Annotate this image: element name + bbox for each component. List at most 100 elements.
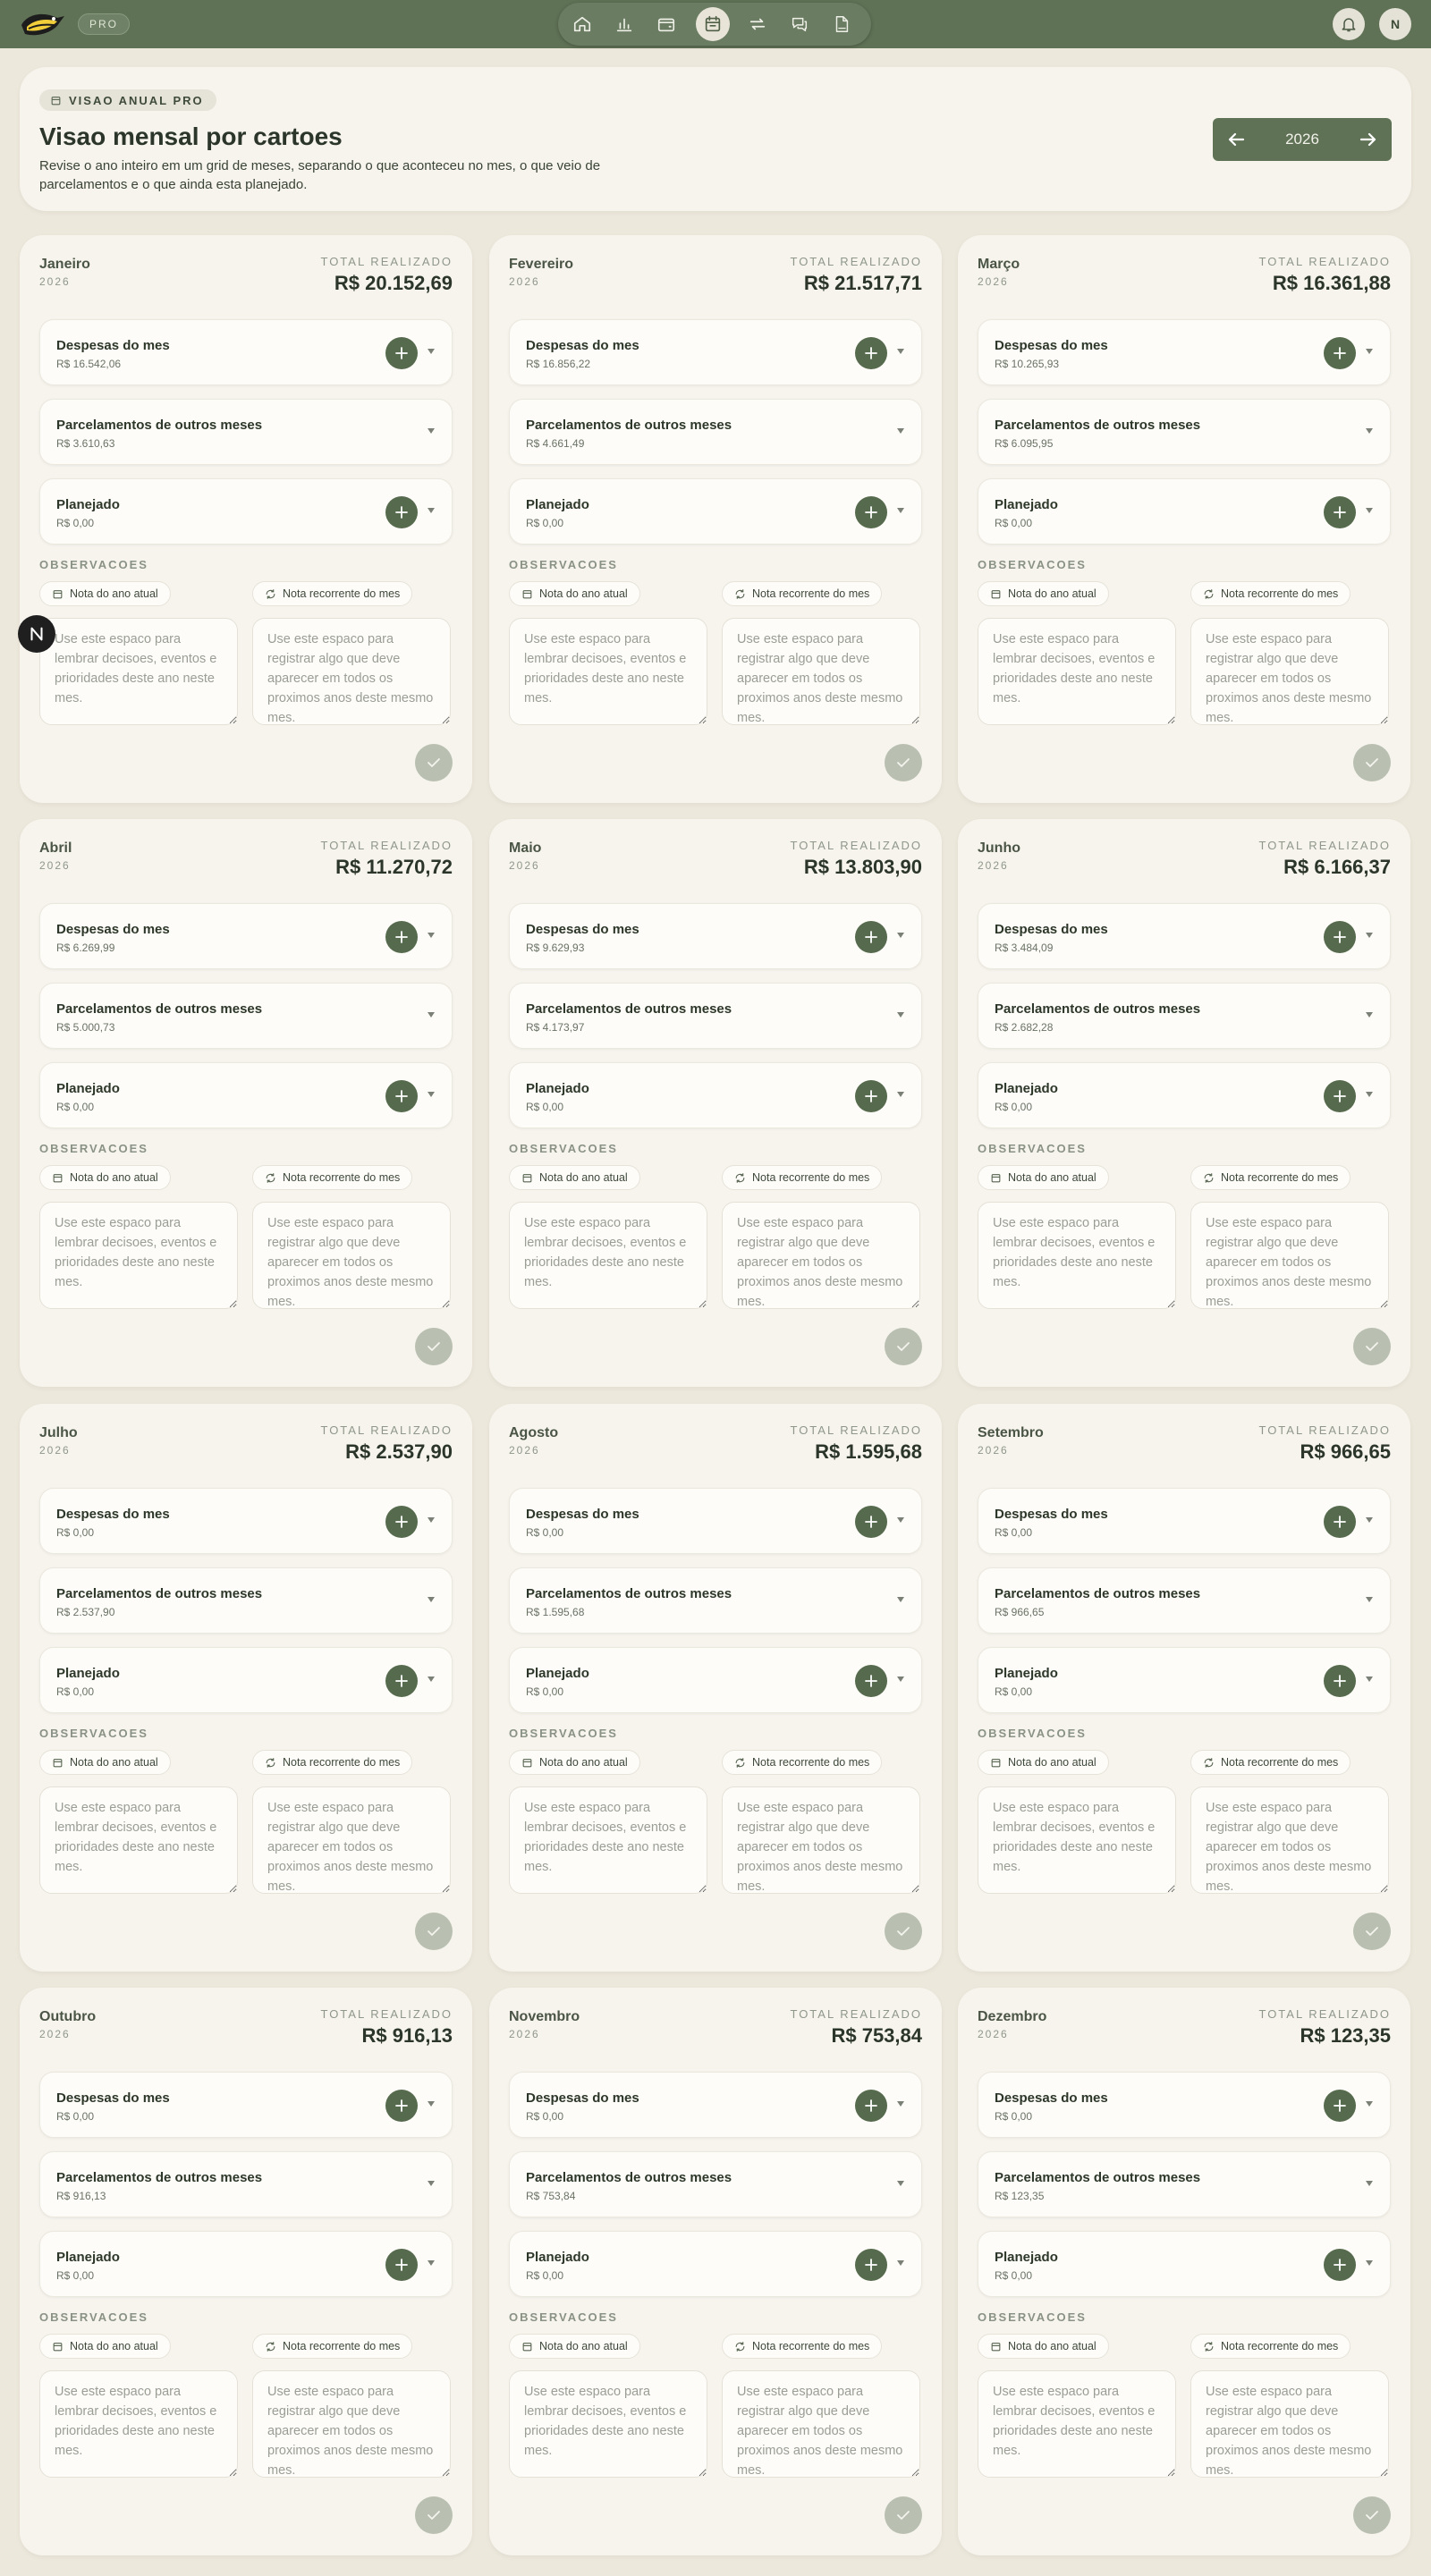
chevron-down-icon[interactable] (896, 427, 905, 435)
save-notes-button[interactable] (885, 2496, 922, 2534)
current-year-note-input[interactable] (39, 2370, 238, 2478)
add-planned-button[interactable] (1324, 2249, 1356, 2281)
chevron-down-icon[interactable] (1365, 506, 1374, 515)
recurring-note-input[interactable] (722, 1202, 920, 1309)
recurring-note-input[interactable] (252, 618, 451, 725)
planned-section[interactable]: Planejado R$ 0,00 (39, 1062, 453, 1128)
expenses-section[interactable]: Despesas do mes R$ 6.269,99 (39, 903, 453, 969)
tab-recurring-note[interactable]: Nota recorrente do mes (1190, 2334, 1351, 2359)
chevron-down-icon[interactable] (427, 1010, 436, 1019)
expenses-section[interactable]: Despesas do mes R$ 16.542,06 (39, 319, 453, 385)
add-expense-button[interactable] (385, 2090, 418, 2122)
tab-recurring-note[interactable]: Nota recorrente do mes (722, 1165, 883, 1190)
chevron-down-icon[interactable] (1365, 931, 1374, 940)
add-planned-button[interactable] (385, 496, 418, 528)
save-notes-button[interactable] (415, 1913, 453, 1950)
save-notes-button[interactable] (415, 1328, 453, 1365)
chevron-down-icon[interactable] (896, 506, 905, 515)
recurring-note-input[interactable] (252, 1202, 451, 1309)
tab-current-year-note[interactable]: Nota do ano atual (978, 2334, 1109, 2359)
chevron-down-icon[interactable] (896, 2259, 905, 2268)
chevron-down-icon[interactable] (896, 1595, 905, 1604)
add-expense-button[interactable] (855, 2090, 887, 2122)
tab-current-year-note[interactable]: Nota do ano atual (978, 1165, 1109, 1190)
save-notes-button[interactable] (885, 1913, 922, 1950)
tab-current-year-note[interactable]: Nota do ano atual (978, 1750, 1109, 1775)
chevron-down-icon[interactable] (1365, 1090, 1374, 1099)
planned-section[interactable]: Planejado R$ 0,00 (978, 1062, 1391, 1128)
tab-recurring-note[interactable]: Nota recorrente do mes (252, 1750, 413, 1775)
tab-recurring-note[interactable]: Nota recorrente do mes (252, 1165, 413, 1190)
planned-section[interactable]: Planejado R$ 0,00 (509, 2231, 922, 2297)
arrow-left-icon[interactable] (1225, 129, 1247, 150)
nav-home[interactable] (565, 7, 599, 41)
planned-section[interactable]: Planejado R$ 0,00 (39, 1647, 453, 1713)
nav-wallet[interactable] (649, 7, 683, 41)
chevron-down-icon[interactable] (427, 1595, 436, 1604)
recurring-note-input[interactable] (252, 2370, 451, 2478)
tab-current-year-note[interactable]: Nota do ano atual (509, 581, 640, 606)
tab-current-year-note[interactable]: Nota do ano atual (39, 1750, 171, 1775)
planned-section[interactable]: Planejado R$ 0,00 (39, 2231, 453, 2297)
current-year-note-input[interactable] (39, 618, 238, 725)
add-planned-button[interactable] (385, 2249, 418, 2281)
save-notes-button[interactable] (1353, 1913, 1391, 1950)
tab-current-year-note[interactable]: Nota do ano atual (509, 1750, 640, 1775)
recurring-note-input[interactable] (252, 1786, 451, 1894)
chevron-down-icon[interactable] (896, 1675, 905, 1684)
planned-section[interactable]: Planejado R$ 0,00 (39, 478, 453, 545)
chevron-down-icon[interactable] (427, 506, 436, 515)
chevron-down-icon[interactable] (1365, 2179, 1374, 2188)
chevron-down-icon[interactable] (896, 931, 905, 940)
tab-recurring-note[interactable]: Nota recorrente do mes (1190, 581, 1351, 606)
installments-section[interactable]: Parcelamentos de outros meses R$ 966,65 (978, 1567, 1391, 1634)
recurring-note-input[interactable] (1190, 1202, 1389, 1309)
recurring-note-input[interactable] (1190, 618, 1389, 725)
recurring-note-input[interactable] (1190, 2370, 1389, 2478)
installments-section[interactable]: Parcelamentos de outros meses R$ 3.610,6… (39, 399, 453, 465)
installments-section[interactable]: Parcelamentos de outros meses R$ 1.595,6… (509, 1567, 922, 1634)
expenses-section[interactable]: Despesas do mes R$ 0,00 (509, 2072, 922, 2138)
tab-current-year-note[interactable]: Nota do ano atual (509, 1165, 640, 1190)
tab-current-year-note[interactable]: Nota do ano atual (39, 1165, 171, 1190)
chevron-down-icon[interactable] (896, 1010, 905, 1019)
chevron-down-icon[interactable] (1365, 2099, 1374, 2108)
add-expense-button[interactable] (855, 921, 887, 953)
save-notes-button[interactable] (415, 744, 453, 781)
app-logo[interactable] (18, 5, 66, 43)
notifications-button[interactable] (1333, 8, 1365, 40)
chevron-down-icon[interactable] (427, 427, 436, 435)
add-planned-button[interactable] (855, 1080, 887, 1112)
save-notes-button[interactable] (1353, 2496, 1391, 2534)
add-planned-button[interactable] (855, 2249, 887, 2281)
chevron-down-icon[interactable] (896, 347, 905, 356)
floating-assistant-button[interactable] (18, 615, 55, 653)
installments-section[interactable]: Parcelamentos de outros meses R$ 916,13 (39, 2151, 453, 2217)
expenses-section[interactable]: Despesas do mes R$ 3.484,09 (978, 903, 1391, 969)
installments-section[interactable]: Parcelamentos de outros meses R$ 2.682,2… (978, 983, 1391, 1049)
add-planned-button[interactable] (1324, 1665, 1356, 1697)
tab-current-year-note[interactable]: Nota do ano atual (509, 2334, 640, 2359)
chevron-down-icon[interactable] (896, 2099, 905, 2108)
current-year-note-input[interactable] (509, 1786, 707, 1894)
current-year-note-input[interactable] (509, 618, 707, 725)
nav-pdf-export[interactable] (825, 7, 859, 41)
chevron-down-icon[interactable] (1365, 1010, 1374, 1019)
add-expense-button[interactable] (1324, 921, 1356, 953)
chevron-down-icon[interactable] (427, 1675, 436, 1684)
chevron-down-icon[interactable] (896, 1516, 905, 1524)
current-year-note-input[interactable] (978, 2370, 1176, 2478)
tab-recurring-note[interactable]: Nota recorrente do mes (722, 581, 883, 606)
installments-section[interactable]: Parcelamentos de outros meses R$ 6.095,9… (978, 399, 1391, 465)
add-planned-button[interactable] (1324, 496, 1356, 528)
expenses-section[interactable]: Despesas do mes R$ 9.629,93 (509, 903, 922, 969)
chevron-down-icon[interactable] (427, 347, 436, 356)
tab-recurring-note[interactable]: Nota recorrente do mes (722, 2334, 883, 2359)
chevron-down-icon[interactable] (427, 2099, 436, 2108)
chevron-down-icon[interactable] (896, 2179, 905, 2188)
nav-reports[interactable] (607, 7, 641, 41)
add-planned-button[interactable] (385, 1665, 418, 1697)
add-expense-button[interactable] (1324, 1506, 1356, 1538)
planned-section[interactable]: Planejado R$ 0,00 (509, 478, 922, 545)
chevron-down-icon[interactable] (1365, 1516, 1374, 1524)
